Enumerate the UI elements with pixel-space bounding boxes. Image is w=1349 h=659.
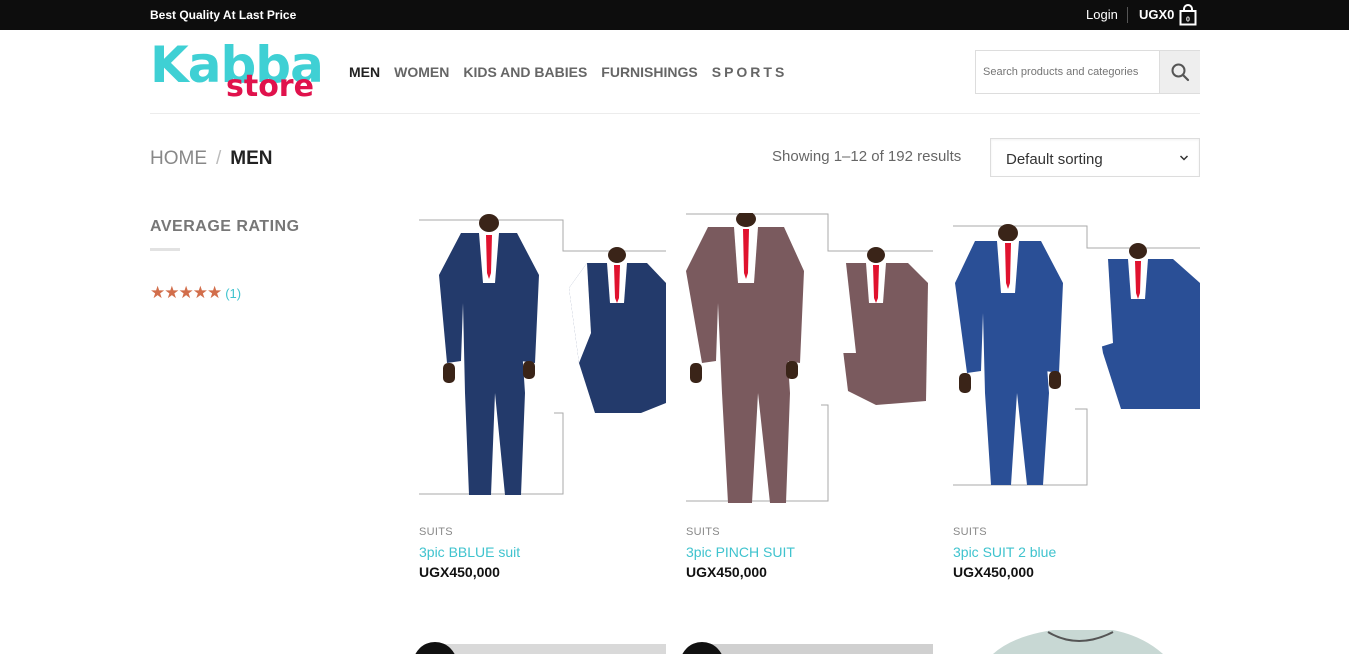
nav-item-kids-and-babies[interactable]: KIDS AND BABIES (463, 64, 587, 80)
login-link[interactable]: Login (1086, 7, 1118, 22)
product-category: SUITS (419, 526, 453, 538)
product-category: SUITS (953, 526, 987, 538)
product-image[interactable] (680, 630, 933, 659)
product-card-partial (953, 630, 1200, 654)
cart-total[interactable]: UGX0 (1139, 7, 1174, 22)
main-nav: MEN WOMEN KIDS AND BABIES FURNISHINGS SP… (349, 64, 787, 80)
nav-item-women[interactable]: WOMEN (394, 64, 449, 80)
product-image[interactable] (953, 630, 1200, 654)
product-card-partial (413, 630, 666, 659)
header-divider (150, 113, 1200, 114)
star-rating-icon: ★★★★★ (150, 283, 222, 302)
product-title[interactable]: 3pic BBLUE suit (419, 544, 520, 560)
cart-count: 0 (1186, 17, 1190, 24)
breadcrumb-current: MEN (230, 148, 273, 169)
nav-item-sports[interactable]: SPORTS (712, 64, 788, 80)
search-icon (1171, 63, 1190, 82)
result-count: Showing 1–12 of 192 results (772, 148, 962, 165)
product-category: SUITS (686, 526, 720, 538)
site-logo[interactable]: Kabba store (150, 38, 324, 104)
widget-title-underline (150, 248, 180, 251)
logo-word-store: store (226, 69, 314, 104)
topbar-divider (1127, 7, 1128, 23)
rating-count: (1) (225, 285, 242, 301)
product-title[interactable]: 3pic PINCH SUIT (686, 544, 795, 560)
product-title[interactable]: 3pic SUIT 2 blue (953, 544, 1056, 560)
breadcrumb: HOME / MEN (150, 148, 273, 170)
sort-select-value: Default sorting (1006, 151, 1103, 168)
shopping-bag-icon[interactable]: 0 (1179, 4, 1197, 26)
nav-item-furnishings[interactable]: FURNISHINGS (601, 64, 697, 80)
rating-filter-5-stars[interactable]: ★★★★★ (1) (150, 283, 241, 303)
breadcrumb-home[interactable]: HOME (150, 148, 207, 169)
promo-text: Best Quality At Last Price (150, 8, 297, 22)
product-price: UGX450,000 (953, 564, 1034, 580)
search-form (975, 50, 1200, 94)
product-image[interactable] (686, 213, 933, 503)
chevron-down-icon (1179, 155, 1189, 161)
product-image[interactable] (953, 213, 1200, 503)
product-price: UGX450,000 (419, 564, 500, 580)
product-image[interactable] (419, 213, 666, 503)
breadcrumb-separator: / (216, 148, 222, 169)
product-card-partial (680, 630, 933, 659)
search-button[interactable] (1159, 51, 1200, 93)
product-price: UGX450,000 (686, 564, 767, 580)
nav-item-men[interactable]: MEN (349, 64, 380, 80)
search-input[interactable] (976, 51, 1159, 93)
product-image[interactable] (413, 630, 666, 659)
sort-select[interactable]: Default sorting (990, 138, 1200, 177)
widget-title-average-rating: AVERAGE RATING (150, 218, 300, 235)
top-bar: Best Quality At Last Price Login UGX0 0 (0, 0, 1349, 30)
